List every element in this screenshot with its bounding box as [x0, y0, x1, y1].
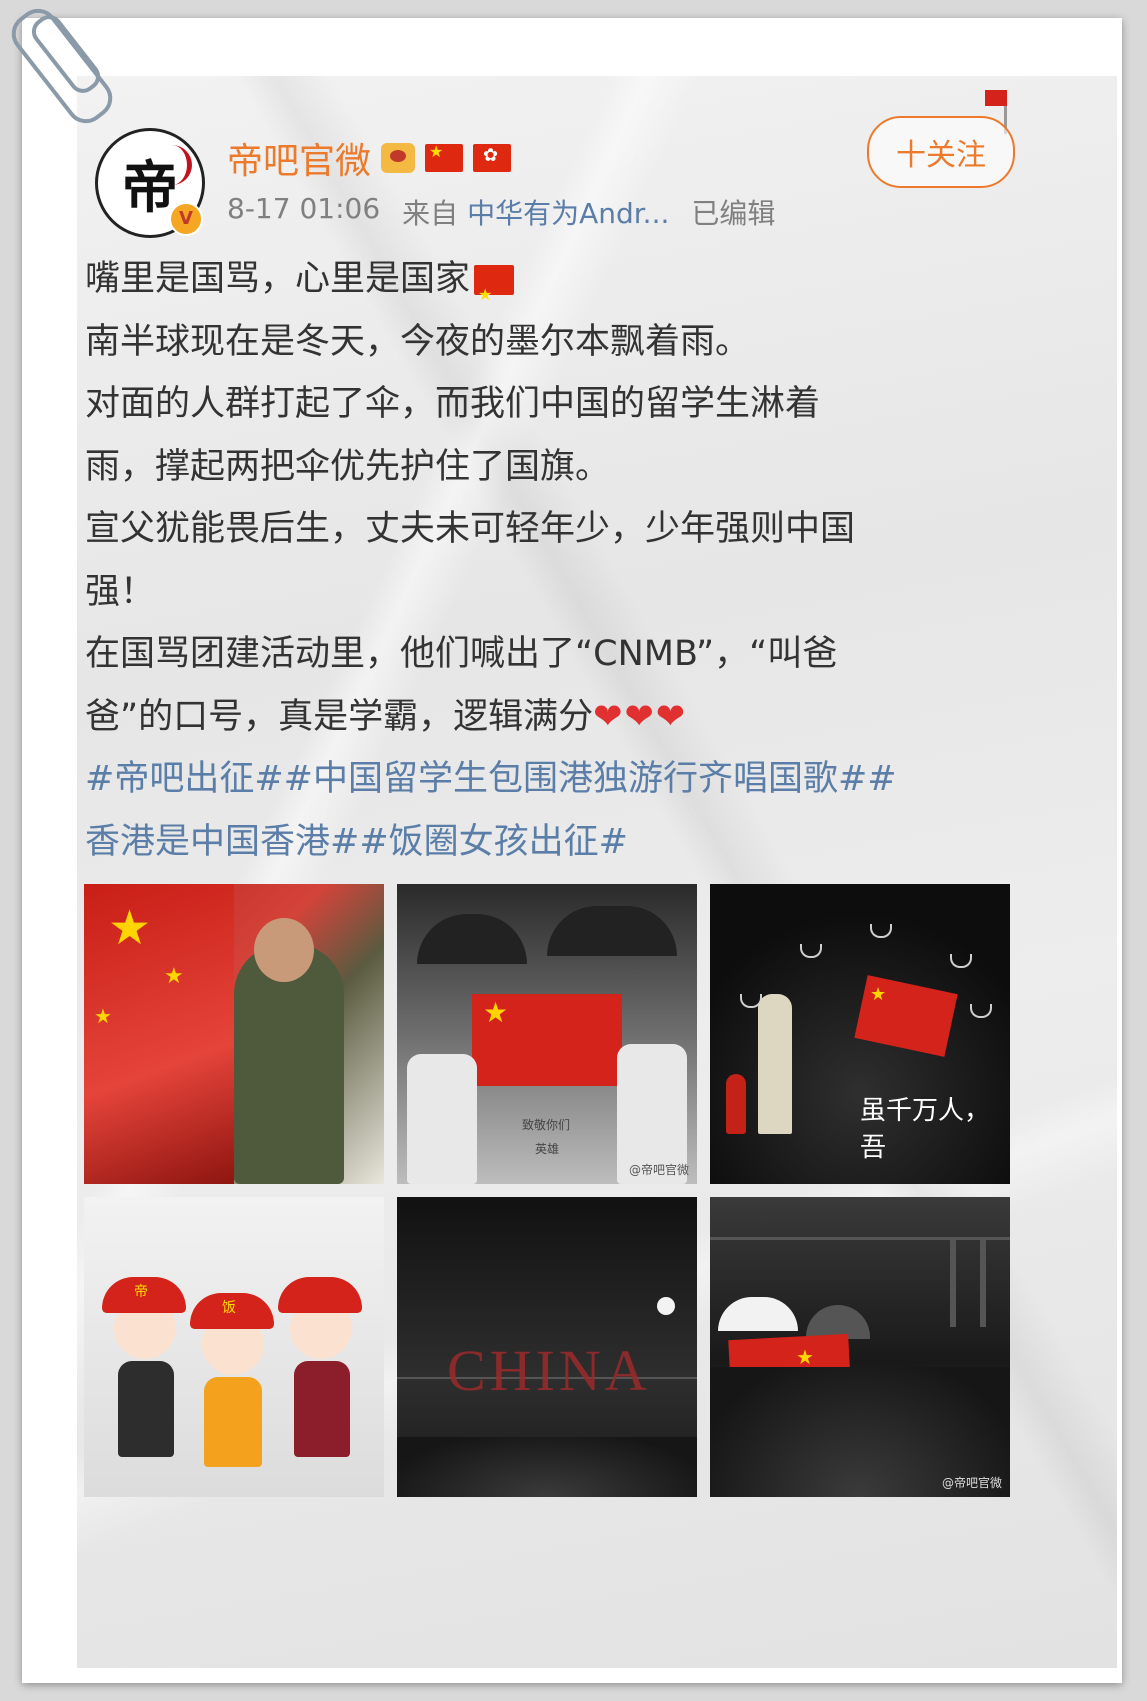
image-chibi-girls[interactable]: 帝 饭 [84, 1197, 384, 1497]
post-line: 嘴里是国骂，心里是国家 [85, 248, 1095, 327]
flag-star: ★ [164, 964, 184, 989]
image-grid: ★ ★ ★ ★ 致敬你们 英雄 @帝吧官微 ★ 虽千万人，吾 帝 饭 CHINA… [84, 884, 1012, 1497]
mask-shape [970, 1004, 992, 1018]
image-night-illustration[interactable]: ★ 虽千万人，吾 [710, 884, 1010, 1184]
china-flag-emoji-icon [474, 264, 515, 327]
crowd-shape [397, 1437, 697, 1497]
umbrella-shape [547, 906, 677, 956]
sketch-caption: 英雄 [535, 1142, 560, 1156]
mask-shape [950, 954, 972, 968]
name-row: 帝吧官微 [227, 132, 512, 184]
verified-icon: V [169, 202, 203, 236]
hashtag-line[interactable]: 香港是中国香港##饭圈女孩出征# [85, 811, 1095, 874]
girl-body [294, 1361, 350, 1457]
girl-body [204, 1377, 262, 1467]
edited-label: 已编辑 [691, 197, 776, 230]
post-body: 嘴里是国骂，心里是国家 南半球现在是冬天，今夜的墨尔本飘着雨。 对面的人群打起了… [85, 248, 1095, 873]
sketch-caption: 致敬你们 [522, 1118, 571, 1132]
image-rain-crowd[interactable]: ★ @帝吧官微 [710, 1197, 1010, 1497]
soldier-head [254, 918, 314, 982]
post-line: 宣父犹能畏后生，丈夫未可轻年少，少年强则中国 [85, 509, 856, 549]
image-soldier-flag[interactable]: ★ ★ ★ [84, 884, 384, 1184]
post-line: 南半球现在是冬天，今夜的墨尔本飘着雨。 [85, 321, 751, 362]
post-meta: 8-17 01:06 来自 中华有为Andr... 已编辑 [227, 192, 775, 232]
flag-star: ★ [870, 984, 887, 1005]
follow-button[interactable]: 十关注 [867, 116, 1015, 188]
post-line: 在国骂团建活动里，他们喊出了“CNMB”，“叫爸 [85, 634, 838, 674]
timestamp: 8-17 01:06 [227, 192, 381, 225]
red-cap [278, 1277, 362, 1313]
building-line [710, 1237, 1010, 1240]
weibo-post-card: 帝 V 帝吧官微 十关注 8-17 01:06 来自 中华有为Andr... 已… [77, 76, 1117, 1668]
photo-frame: 帝 V 帝吧官微 十关注 8-17 01:06 来自 中华有为Andr... 已… [22, 18, 1122, 1683]
person-figure [758, 994, 792, 1134]
image-umbrella-sketch[interactable]: ★ 致敬你们 英雄 @帝吧官微 [397, 884, 697, 1184]
image-china-night[interactable]: CHINA [397, 1197, 697, 1497]
handwritten-text: 虽千万人，吾 [860, 1096, 991, 1163]
flag-star: ★ [108, 900, 152, 956]
building-column [980, 1237, 986, 1327]
umbrella-shape [417, 914, 527, 964]
flag-star: ★ [483, 996, 509, 1029]
umbrella-shape [718, 1297, 798, 1331]
flag-star: ★ [94, 1004, 112, 1028]
username[interactable]: 帝吧官微 [227, 132, 371, 184]
source-prefix: 来自 [402, 197, 459, 230]
post-line: 强！ [85, 571, 156, 612]
flag-star: ★ [796, 1345, 814, 1369]
hong-kong-flag-icon [473, 144, 512, 172]
avatar-brush-stroke [169, 145, 192, 185]
cap-badge: 帝 [134, 1284, 148, 1300]
mask-shape [870, 924, 892, 938]
girl-body [118, 1361, 174, 1457]
hashtag-line[interactable]: #帝吧出征##中国留学生包围港独游行齐唱国歌## [85, 748, 1095, 811]
source-line: 来自 中华有为Andr... [402, 192, 669, 232]
cap-badge: 饭 [222, 1300, 236, 1316]
source-app-link[interactable]: 中华有为Andr... [467, 197, 669, 230]
watermark: @帝吧官微 [628, 1163, 689, 1177]
mask-shape [800, 944, 822, 958]
post-line: 雨，撑起两把伞优先护住了国旗。 [85, 446, 611, 487]
flag-shape [84, 884, 234, 1184]
person-figure [407, 1054, 477, 1184]
heart-emoji-icon: ❤❤❤ [593, 696, 688, 737]
post-line: 对面的人群打起了伞，而我们中国的留学生淋着 [85, 384, 821, 424]
china-projection-text: CHINA [447, 1338, 651, 1403]
post-line: 爸”的口号，真是学霸，逻辑满分❤❤❤ [85, 696, 688, 737]
street-lamp [657, 1297, 675, 1315]
child-figure [726, 1074, 746, 1134]
crown-icon[interactable] [381, 143, 416, 173]
china-flag-icon [425, 142, 464, 172]
decorative-flag [985, 90, 1007, 106]
building-column [950, 1237, 956, 1327]
watermark: @帝吧官微 [941, 1476, 1002, 1490]
